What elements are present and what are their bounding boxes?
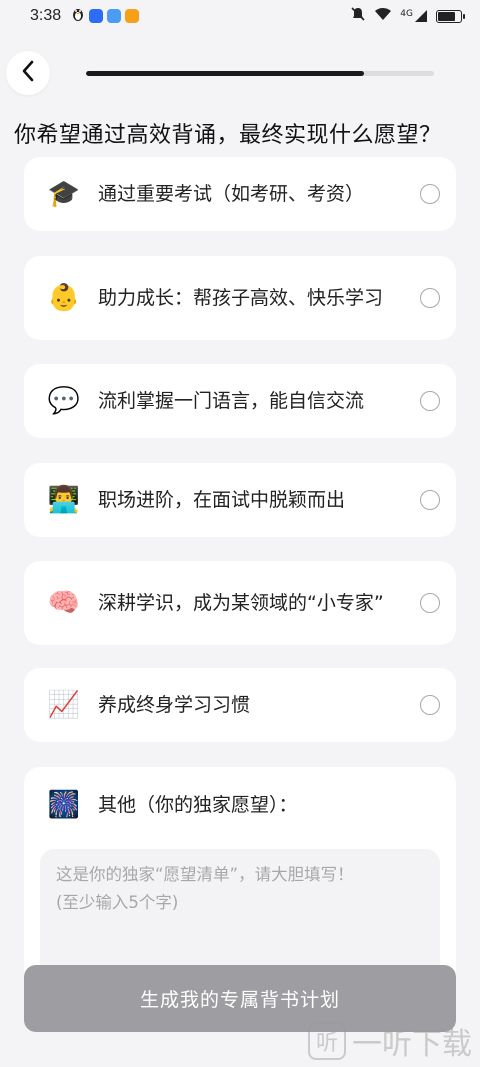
back-button[interactable] xyxy=(6,51,50,95)
signal-icon: 4G xyxy=(400,9,428,23)
shield-app-icon xyxy=(89,9,104,23)
notification-icons xyxy=(71,6,140,26)
fireworks-icon: 🎆 xyxy=(47,790,81,820)
page-title: 你希望通过高效背诵，最终实现什么愿望？ xyxy=(14,123,442,148)
battery-icon xyxy=(436,9,465,23)
option-child-growth[interactable]: 👶 助力成长：帮孩子高效、快乐学习 xyxy=(24,256,456,340)
mute-icon xyxy=(350,6,366,26)
watermark-logo: 听 xyxy=(308,1022,346,1060)
other-wish-card: 🎆 其他（你的独家愿望）： 这是你的独家“愿望清单”，请大胆填写！ (至少输入5… xyxy=(24,767,456,999)
chevron-left-icon xyxy=(21,60,35,86)
option-label: 养成终身学习习惯 xyxy=(98,694,251,716)
option-career[interactable]: 👨‍💻 职场进阶，在面试中脱颖而出 xyxy=(24,463,456,537)
option-label: 流利掌握一门语言，能自信交流 xyxy=(98,390,365,412)
radio-button[interactable] xyxy=(420,695,440,715)
penguin-icon xyxy=(71,6,85,26)
radio-button[interactable] xyxy=(420,288,440,308)
textarea-placeholder: 这是你的独家“愿望清单”，请大胆填写！ xyxy=(56,865,354,884)
option-label: 职场进阶，在面试中脱颖而出 xyxy=(98,489,346,511)
option-expert[interactable]: 🧠 深耕学识，成为某领域的“小专家” xyxy=(24,561,456,645)
other-wish-label: 其他（你的独家愿望）： xyxy=(98,794,298,816)
other-wish-header: 🎆 其他（你的独家愿望）： xyxy=(46,785,440,825)
textarea-placeholder-hint: (至少输入5个字) xyxy=(56,893,179,912)
option-label: 助力成长：帮孩子高效、快乐学习 xyxy=(98,287,384,309)
watermark-text: 一听下载 xyxy=(352,1027,472,1062)
status-time: 3:38 xyxy=(30,7,62,24)
progress-fill xyxy=(86,71,365,76)
option-label: 深耕学识，成为某领域的“小专家” xyxy=(98,592,384,614)
chart-up-icon: 📈 xyxy=(47,690,81,720)
technologist-icon: 👨‍💻 xyxy=(47,485,81,515)
radio-button[interactable] xyxy=(420,184,440,204)
progress-bar xyxy=(86,71,434,76)
radio-button[interactable] xyxy=(420,490,440,510)
option-label: 通过重要考试（如考研、考资） xyxy=(98,183,365,205)
option-lifelong-learning[interactable]: 📈 养成终身学习习惯 xyxy=(24,668,456,742)
radio-button[interactable] xyxy=(420,391,440,411)
watermark: 听 一听下载 xyxy=(308,1019,472,1063)
system-icons: 4G xyxy=(350,6,465,26)
graduation-cap-icon: 🎓 xyxy=(47,179,81,209)
option-language[interactable]: 💬 流利掌握一门语言，能自信交流 xyxy=(24,364,456,438)
baby-face-icon: 👶 xyxy=(47,283,81,313)
video-app-icon xyxy=(125,9,140,23)
brain-icon: 🧠 xyxy=(47,588,81,618)
option-exam[interactable]: 🎓 通过重要考试（如考研、考资） xyxy=(24,157,456,231)
radio-button[interactable] xyxy=(420,593,440,613)
speech-bubble-icon: 💬 xyxy=(47,386,81,416)
network-type: 4G xyxy=(400,9,413,19)
wifi-icon xyxy=(374,7,392,25)
status-bar: 3:38 4G xyxy=(0,0,480,32)
cloud-app-icon xyxy=(107,9,122,23)
